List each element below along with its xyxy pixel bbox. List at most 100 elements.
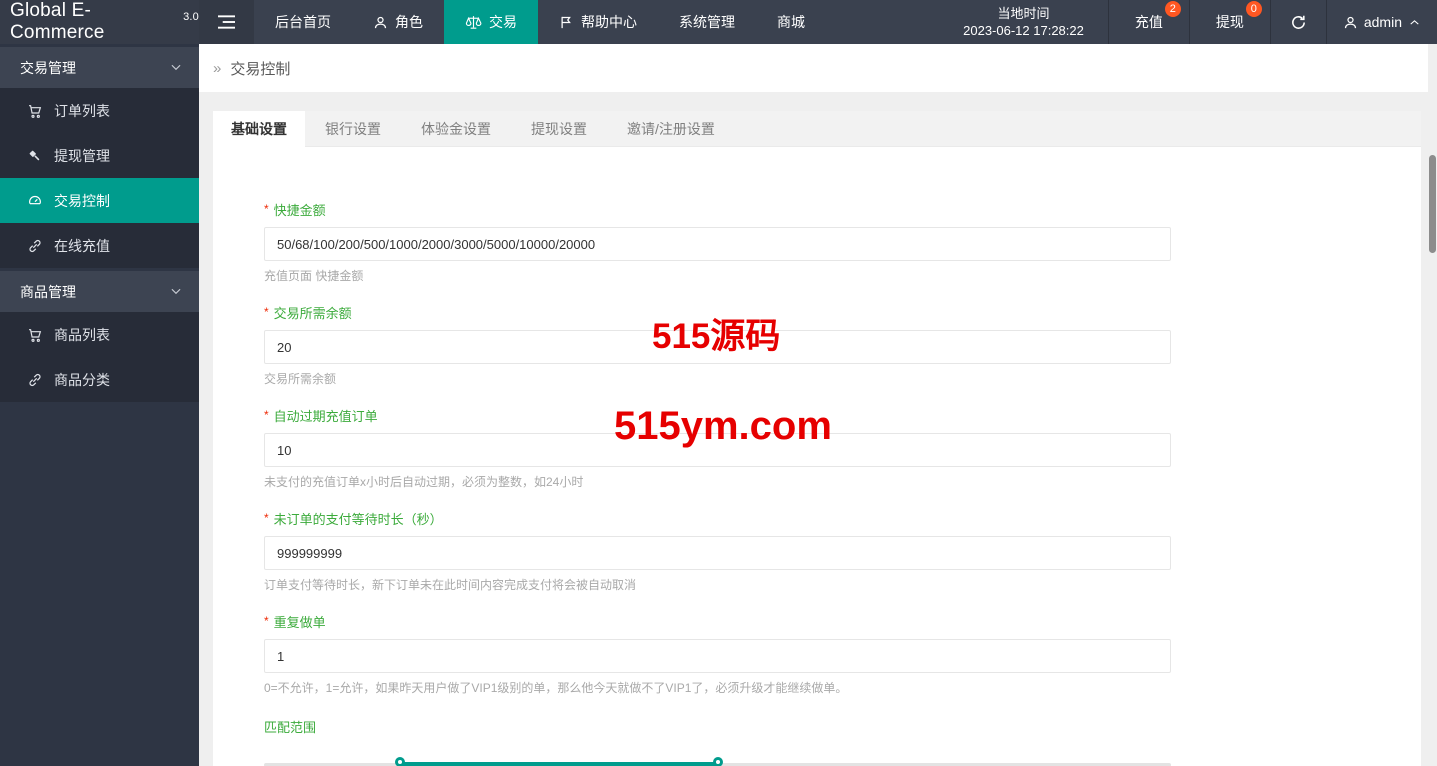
tab-bar: 基础设置 银行设置 体验金设置 提现设置 邀请/注册设置 <box>213 111 1421 147</box>
cart-icon <box>27 103 43 119</box>
recharge-label: 充值 <box>1135 12 1163 32</box>
field-help: 交易所需余额 <box>264 372 1171 386</box>
chevron-up-icon <box>1408 16 1421 29</box>
nav-item-system[interactable]: 系统管理 <box>658 0 756 44</box>
required-asterisk: * <box>264 305 269 319</box>
payment-wait-time-input[interactable] <box>264 536 1171 570</box>
sidebar-item-label: 交易控制 <box>54 191 110 211</box>
sidebar-item-product-category[interactable]: 商品分类 <box>0 357 199 402</box>
field-help: 未支付的充值订单x小时后自动过期，必须为整数，如24小时 <box>264 475 1171 489</box>
field-label: *快捷金额 <box>264 204 1171 218</box>
quick-amount-input[interactable] <box>264 227 1171 261</box>
nav-item-help[interactable]: 帮助中心 <box>538 0 658 44</box>
cart-icon <box>27 327 43 343</box>
required-asterisk: * <box>264 614 269 628</box>
sidebar-item-trade-control[interactable]: 交易控制 <box>0 178 199 223</box>
tab-invite-register-settings[interactable]: 邀请/注册设置 <box>607 111 735 146</box>
auto-expire-order-input[interactable] <box>264 433 1171 467</box>
match-range-slider[interactable] <box>264 757 1171 766</box>
slider-fill <box>400 762 718 766</box>
field-help: 充值页面 快捷金额 <box>264 269 1171 283</box>
nav-item-dashboard[interactable]: 后台首页 <box>254 0 352 44</box>
user-menu[interactable]: admin <box>1326 0 1437 44</box>
field-help: 订单支付等待时长，新下订单未在此时间内容完成支付将会被自动取消 <box>264 578 1171 592</box>
sidebar-item-product-list[interactable]: 商品列表 <box>0 312 199 357</box>
gavel-icon <box>27 148 43 164</box>
username: admin <box>1364 14 1402 30</box>
user-icon <box>1343 15 1358 30</box>
sidebar-item-online-recharge[interactable]: 在线充值 <box>0 223 199 268</box>
required-asterisk: * <box>264 408 269 422</box>
field-label: *未订单的支付等待时长（秒） <box>264 513 1171 527</box>
sidebar-item-label: 商品列表 <box>54 325 110 345</box>
required-asterisk: * <box>264 511 269 525</box>
link-icon <box>27 372 43 388</box>
local-time-value: 2023-06-12 17:28:22 <box>963 22 1084 39</box>
withdraw-button[interactable]: 提现 0 <box>1189 0 1270 44</box>
sidebar-item-label: 订单列表 <box>54 101 110 121</box>
sidebar-toggle-button[interactable] <box>199 0 254 44</box>
field-help: 0=不允许，1=允许，如果昨天用户做了VIP1级别的单，那么他今天就做不了VIP… <box>264 681 1171 695</box>
main-content: » 交易控制 基础设置 银行设置 体验金设置 提现设置 邀请/注册设置 *快捷金… <box>199 44 1437 766</box>
recharge-button[interactable]: 充值 2 <box>1108 0 1189 44</box>
local-time-label: 当地时间 <box>997 5 1049 22</box>
nav-item-mall[interactable]: 商城 <box>756 0 826 44</box>
sidebar-group-label: 商品管理 <box>20 282 76 302</box>
breadcrumb: » 交易控制 <box>199 44 1437 92</box>
withdraw-label: 提现 <box>1216 12 1244 32</box>
chevron-down-icon <box>169 284 183 298</box>
field-label: *自动过期充值订单 <box>264 410 1171 424</box>
repeat-order-input[interactable] <box>264 639 1171 673</box>
nav-label: 商城 <box>777 12 805 32</box>
double-chevron-right-icon: » <box>213 60 221 77</box>
scrollbar-thumb[interactable] <box>1429 155 1436 253</box>
sidebar-group-trade-management[interactable]: 交易管理 <box>0 47 199 88</box>
app-version: 3.0 <box>183 11 199 23</box>
basic-settings-form: *快捷金额 充值页面 快捷金额 *交易所需余额 交易所需余额 *自动过期充值订单… <box>213 147 1421 766</box>
tab-trial-fund-settings[interactable]: 体验金设置 <box>401 111 511 146</box>
sidebar-item-label: 商品分类 <box>54 370 110 390</box>
sidebar-item-label: 提现管理 <box>54 146 110 166</box>
form-field-required-balance: *交易所需余额 交易所需余额 <box>264 307 1171 386</box>
top-navbar: Global E-Commerce 3.0 后台首页 角色 交易 帮助中心 系统… <box>0 0 1437 44</box>
form-field-quick-amount: *快捷金额 充值页面 快捷金额 <box>264 204 1171 283</box>
scrollbar <box>1428 44 1437 766</box>
sidebar-item-withdraw-management[interactable]: 提现管理 <box>0 133 199 178</box>
refresh-button[interactable] <box>1270 0 1326 44</box>
sidebar-item-order-list[interactable]: 订单列表 <box>0 88 199 133</box>
app-name: Global E-Commerce <box>10 0 180 44</box>
app-logo: Global E-Commerce 3.0 <box>0 0 199 44</box>
user-icon <box>373 15 388 30</box>
link-icon <box>27 238 43 254</box>
tab-basic-settings[interactable]: 基础设置 <box>213 111 305 147</box>
required-balance-input[interactable] <box>264 330 1171 364</box>
local-time: 当地时间 2023-06-12 17:28:22 <box>939 0 1108 44</box>
settings-card: 基础设置 银行设置 体验金设置 提现设置 邀请/注册设置 *快捷金额 充值页面 … <box>213 111 1421 766</box>
nav-label: 系统管理 <box>679 12 735 32</box>
nav-label: 后台首页 <box>275 12 331 32</box>
scales-icon <box>465 14 482 31</box>
form-field-repeat-order: *重复做单 0=不允许，1=允许，如果昨天用户做了VIP1级别的单，那么他今天就… <box>264 616 1171 695</box>
chevron-down-icon <box>169 60 183 74</box>
nav-item-trade[interactable]: 交易 <box>444 0 538 44</box>
slider-handle-max[interactable] <box>713 757 723 766</box>
tab-withdraw-settings[interactable]: 提现设置 <box>511 111 607 146</box>
flag-icon <box>559 15 574 30</box>
sidebar-group-label: 交易管理 <box>20 58 76 78</box>
form-field-payment-wait: *未订单的支付等待时长（秒） 订单支付等待时长，新下订单未在此时间内容完成支付将… <box>264 513 1171 592</box>
sidebar-group-product-management[interactable]: 商品管理 <box>0 271 199 312</box>
sidebar: 交易管理 订单列表 提现管理 交易控制 在线充值 商品管理 <box>0 44 199 766</box>
recharge-badge: 2 <box>1165 1 1181 17</box>
nav-label: 帮助中心 <box>581 12 637 32</box>
match-range-block: 匹配范围 <box>264 721 1171 766</box>
required-asterisk: * <box>264 202 269 216</box>
tab-bank-settings[interactable]: 银行设置 <box>305 111 401 146</box>
page-title: 交易控制 <box>230 58 290 79</box>
nav-label: 交易 <box>489 12 517 32</box>
gauge-icon <box>27 193 43 209</box>
refresh-icon <box>1290 14 1307 31</box>
field-label: *交易所需余额 <box>264 307 1171 321</box>
slider-handle-min[interactable] <box>395 757 405 766</box>
match-range-label: 匹配范围 <box>264 721 1171 735</box>
nav-item-roles[interactable]: 角色 <box>352 0 444 44</box>
